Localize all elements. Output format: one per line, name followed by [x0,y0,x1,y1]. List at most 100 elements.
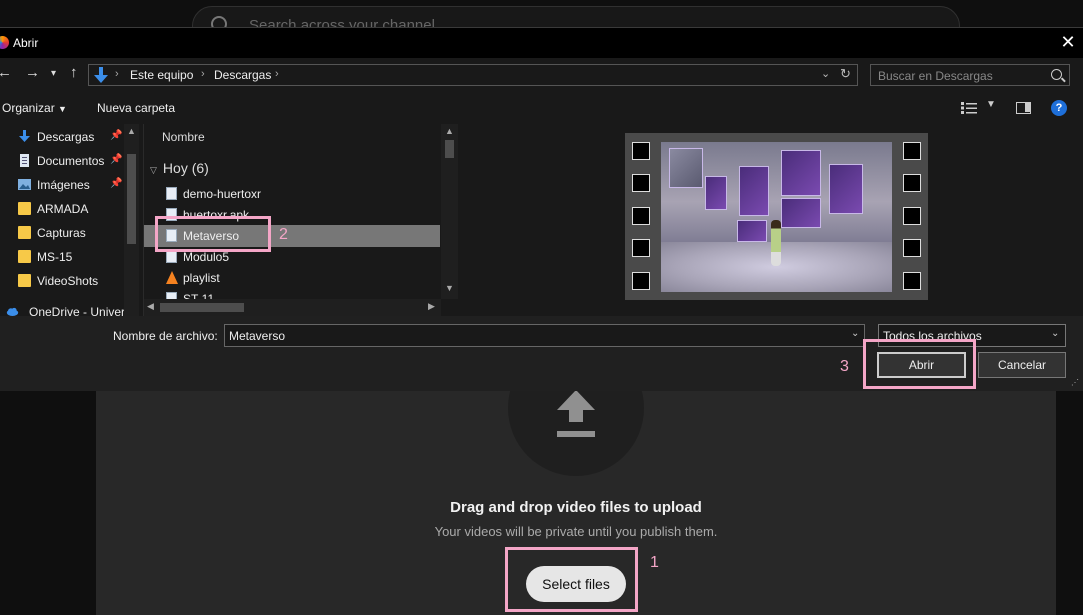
sidebar-item-ms-15[interactable]: MS-15 [0,246,125,268]
film-hole [632,239,650,257]
film-hole [632,142,650,160]
scene-panel [781,150,821,196]
sidebar-item-label: VideoShots [37,274,99,288]
group-label: Hoy (6) [162,160,209,176]
scroll-up-icon[interactable]: ▲ [445,126,454,136]
cloud-icon [6,307,19,316]
filename-input[interactable]: Metaverso ⌄ [224,324,865,347]
navigation-bar: ← → ▾ ↑ › Este equipo › Descargas › ⌄ ↻ … [0,58,1083,90]
sidebar-item-label: MS-15 [37,250,73,264]
up-arrow-icon[interactable]: ↑ [70,64,78,81]
scrollbar-thumb[interactable] [127,154,136,244]
sidebar-item-label: Descargas [37,130,95,144]
preview-pane [459,124,1083,316]
new-folder-button[interactable]: Nueva carpeta [97,101,175,115]
navigation-pane: Descargas 📌 Documentos 📌 Imágenes 📌 ARMA… [0,124,142,316]
refresh-icon[interactable]: ↻ [840,66,851,82]
scrollbar-thumb[interactable] [445,140,454,158]
file-list-vertical-scrollbar[interactable]: ▲ ▼ [441,124,458,299]
download-folder-icon [94,67,108,83]
preview-pane-icon[interactable] [1016,102,1031,114]
film-hole [903,207,921,225]
sidebar-item-descargas[interactable]: Descargas 📌 [0,126,125,148]
document-icon [20,154,29,167]
highlight-metaverso-file [155,216,271,252]
forward-arrow-icon[interactable]: → [25,64,40,81]
step-number-3: 3 [840,358,849,375]
sidebar-item-videoshots[interactable]: VideoShots [0,270,125,292]
scene-panel [781,198,821,228]
download-icon [19,130,30,142]
list-item[interactable]: demo-huertoxr [144,183,440,205]
organize-chevron-icon: ▼ [58,104,67,114]
file-name: demo-huertoxr [183,187,262,201]
browser-app-icon [0,36,9,49]
sidebar-item-label: Imágenes [37,178,90,192]
sidebar-item-label: ARMADA [37,202,89,216]
file-type-chevron-icon[interactable]: ⌄ [1051,328,1059,339]
back-arrow-icon[interactable]: ← [0,64,12,81]
column-header-name[interactable]: Nombre [162,130,205,144]
address-chevron-icon[interactable]: ⌄ [821,67,830,80]
breadcrumb-separator: › [201,68,205,80]
filename-chevron-icon[interactable]: ⌄ [851,328,859,339]
open-file-dialog: Abrir ✕ ← → ▾ ↑ › Este equipo › Descarga… [0,27,1083,391]
file-list-horizontal-scrollbar[interactable]: ◀ ▶ [144,299,441,316]
list-item[interactable]: playlist [144,267,440,289]
breadcrumb-separator: › [275,68,279,80]
navigation-scrollbar[interactable]: ▲ [124,124,139,316]
file-name: playlist [183,271,220,285]
step-number-2: 2 [279,226,288,243]
video-file-icon [166,187,177,200]
view-options-icon[interactable] [961,102,977,114]
sidebar-item-armada[interactable]: ARMADA [0,198,125,220]
dialog-titlebar: Abrir ✕ [0,28,1083,58]
scene-panel [705,176,727,210]
sidebar-item-documentos[interactable]: Documentos 📌 [0,150,125,172]
folder-search-input[interactable]: Buscar en Descargas [870,64,1070,86]
sidebar-item-capturas[interactable]: Capturas [0,222,125,244]
organize-label: Organizar [2,101,55,115]
view-chevron-icon[interactable]: ▼ [986,99,996,110]
filename-label: Nombre de archivo: [113,329,218,343]
film-hole [903,272,921,290]
breadcrumb-este-equipo[interactable]: Este equipo [130,68,193,82]
address-bar[interactable]: › Este equipo › Descargas › ⌄ ↻ [88,64,858,86]
scroll-left-icon[interactable]: ◀ [147,301,154,312]
scroll-right-icon[interactable]: ▶ [428,301,435,312]
film-hole [903,142,921,160]
recent-chevron-icon[interactable]: ▾ [51,68,56,79]
scroll-down-icon[interactable]: ▼ [445,283,454,293]
metaverse-scene-image [661,142,892,292]
scene-panel [669,148,703,188]
group-header[interactable]: ▽ Hoy (6) [150,160,209,176]
drag-drop-title: Drag and drop video files to upload [450,499,702,516]
folder-search-placeholder: Buscar en Descargas [878,69,993,83]
close-icon[interactable]: ✕ [1058,32,1078,52]
scene-panel [739,166,769,216]
sidebar-item-label: Capturas [37,226,86,240]
vlc-icon [166,271,178,284]
scroll-up-icon[interactable]: ▲ [127,126,136,136]
breadcrumb-descargas[interactable]: Descargas [214,68,271,82]
sidebar-item-imagenes[interactable]: Imágenes 📌 [0,174,125,196]
avatar-figure [771,220,781,266]
dialog-title: Abrir [13,36,39,50]
help-icon[interactable]: ? [1051,100,1067,116]
sidebar-item-label: Documentos [37,154,105,168]
highlight-open-button [863,339,976,389]
film-hole [903,174,921,192]
upload-arrow-icon [557,390,595,437]
highlight-select-files [505,547,638,612]
filename-value: Metaverso [229,329,286,343]
organize-menu[interactable]: Organizar ▼ [2,101,67,115]
breadcrumb-separator: › [115,68,119,80]
sidebar-item-onedrive[interactable]: OneDrive - Univer [0,301,125,316]
video-thumbnail [625,133,928,300]
scrollbar-thumb[interactable] [160,303,244,312]
folder-icon [18,226,31,239]
pin-icon: 📌 [110,130,123,141]
image-icon [18,179,31,190]
resize-grip-icon[interactable]: ⋰ [1071,378,1081,388]
cancel-button[interactable]: Cancelar [978,352,1066,378]
